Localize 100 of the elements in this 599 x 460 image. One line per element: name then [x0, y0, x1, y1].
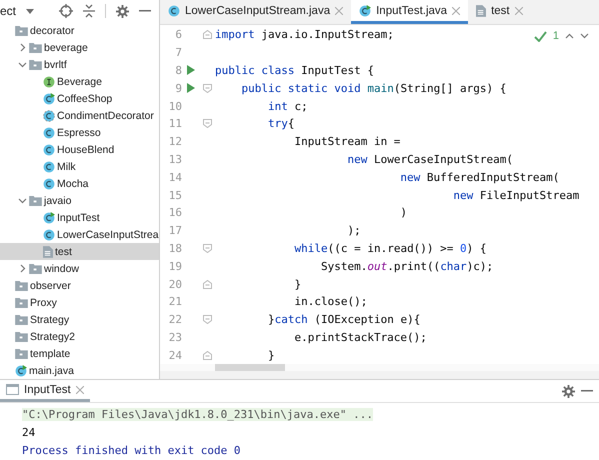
fold-icon[interactable] — [203, 244, 212, 253]
tree-item[interactable]: HouseBlend — [0, 141, 159, 158]
close-icon[interactable] — [452, 6, 460, 14]
line-number: 15 — [168, 188, 182, 202]
line-number: 22 — [168, 313, 182, 326]
tree-item-label: InputTest — [57, 212, 100, 224]
tree-item-label: observer — [30, 280, 71, 292]
tree-item-label: window — [44, 262, 80, 274]
code-line: public static void main(String[] args) { — [240, 82, 506, 95]
line-number: 10 — [168, 100, 182, 113]
code-line: new BufferedInputStream( — [399, 170, 560, 184]
tree-item[interactable]: test — [0, 243, 159, 260]
code-line: ) — [399, 206, 408, 220]
run-icon[interactable] — [187, 83, 195, 94]
settings-icon[interactable] — [562, 384, 575, 398]
close-icon[interactable] — [76, 386, 84, 394]
crosshair-icon[interactable] — [59, 4, 73, 18]
line-number: 16 — [168, 206, 182, 220]
fold-icon[interactable] — [203, 84, 212, 93]
line-number: 11 — [168, 117, 182, 130]
minimize-icon[interactable] — [581, 390, 593, 392]
console-icon — [6, 384, 19, 395]
fold-icon[interactable] — [203, 350, 212, 360]
tree-item[interactable]: beverage — [0, 39, 159, 56]
tree-item-label: CoffeeShop — [57, 92, 112, 104]
tree-item-label: LowerCaseInputStrea — [57, 228, 159, 240]
fold-icon[interactable] — [203, 30, 212, 40]
line-number: 6 — [174, 28, 182, 42]
code-line: InputStream in = — [293, 135, 400, 148]
tree-item[interactable]: Strategy — [0, 311, 159, 328]
tree-item[interactable]: CoffeeShop — [0, 90, 159, 107]
interface-icon — [43, 76, 55, 88]
tree-item[interactable]: Strategy2 — [0, 328, 159, 345]
tree-item[interactable]: CondimentDecorator — [0, 107, 159, 124]
tree-item[interactable]: Espresso — [0, 124, 159, 141]
class-icon — [43, 178, 55, 190]
code-line: e.printStackTrace(); — [293, 330, 427, 344]
line-number: 12 — [168, 135, 182, 148]
tree-item-label: decorator — [30, 24, 74, 36]
class-icon — [43, 144, 55, 156]
line-number: 23 — [168, 330, 182, 344]
close-icon[interactable] — [514, 6, 523, 14]
code-line: } — [293, 278, 302, 291]
check-icon[interactable] — [534, 30, 547, 42]
settings-icon[interactable] — [116, 4, 129, 18]
line-number: 8 — [174, 64, 182, 77]
tree-item[interactable]: decorator — [0, 22, 159, 39]
class-icon — [359, 4, 372, 16]
tree-item[interactable]: Beverage — [0, 73, 159, 90]
tree-item[interactable]: LowerCaseInputStrea — [0, 226, 159, 243]
line-number: 24 — [168, 348, 182, 362]
tree-item[interactable]: javaio — [0, 192, 159, 209]
tree-item[interactable]: main.java — [0, 362, 159, 379]
text-file-icon — [43, 246, 53, 258]
up-caret-icon[interactable] — [565, 33, 574, 39]
tree-item[interactable]: window — [0, 260, 159, 277]
line-number: 9 — [174, 82, 182, 95]
scrollbar-thumb[interactable] — [215, 364, 285, 372]
minimize-icon[interactable] — [139, 10, 151, 12]
editor-tab[interactable]: test — [468, 0, 531, 24]
folder-icon — [15, 280, 28, 290]
console-line: Process finished with exit code 0 — [22, 444, 241, 456]
line-number: 14 — [168, 170, 182, 184]
editor-tab[interactable]: InputTest.java — [351, 0, 468, 24]
tree-item[interactable]: Proxy — [0, 294, 159, 311]
fold-icon[interactable] — [203, 315, 212, 324]
tree-item-label: Strategy2 — [30, 330, 75, 342]
line-number: 18 — [168, 242, 182, 255]
panel-title[interactable]: ect — [0, 4, 16, 18]
tree-item[interactable]: bvrltf — [0, 56, 159, 73]
down-caret-icon[interactable] — [580, 33, 589, 39]
fold-icon[interactable] — [203, 280, 212, 289]
inspection-count: 1 — [552, 30, 559, 42]
folder-icon — [15, 298, 28, 308]
caret-icon[interactable] — [26, 8, 34, 14]
line-number: 20 — [168, 278, 182, 291]
tree-item[interactable]: Mocha — [0, 175, 159, 192]
class-icon — [168, 4, 180, 16]
fold-icon[interactable] — [203, 119, 212, 128]
tree-item-label: Mocha — [57, 178, 89, 190]
code-line: } — [266, 348, 275, 362]
tree-item[interactable]: Milk — [0, 158, 159, 175]
tree-item-label: beverage — [44, 42, 88, 54]
code-line: new FileInputStream — [452, 188, 580, 202]
tree-item[interactable]: observer — [0, 277, 159, 294]
tree-item-label: Strategy — [30, 314, 70, 326]
code-line: int c; — [266, 100, 308, 113]
tree-item-label: test — [55, 246, 72, 258]
tree-item[interactable]: InputTest — [0, 209, 159, 226]
editor-tab[interactable]: LowerCaseInputStream.java — [160, 0, 352, 24]
run-icon[interactable] — [187, 65, 195, 76]
run-tab[interactable]: InputTest — [0, 380, 90, 402]
code-line: System.out.print((char)c); — [320, 260, 494, 273]
close-icon[interactable] — [335, 6, 344, 14]
tree-item-label: Espresso — [57, 126, 101, 138]
collapse-icon[interactable] — [83, 4, 95, 18]
code-line: while((c = in.read()) >= 0) { — [293, 242, 487, 255]
tree-item[interactable]: template — [0, 345, 159, 362]
tree-item-label: Milk — [57, 160, 76, 172]
tree-item-label: bvrltf — [44, 58, 67, 70]
